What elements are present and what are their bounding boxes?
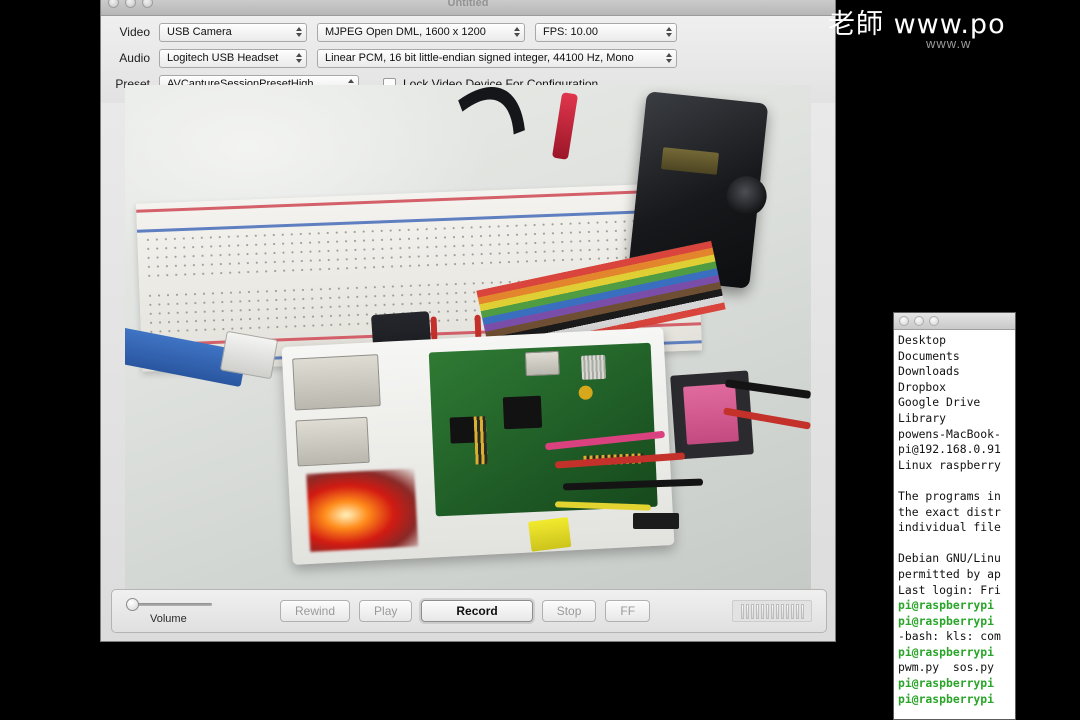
meter-segment [750,603,754,619]
window-title: Untitled [447,0,489,9]
audio-format-select[interactable]: Linear PCM, 16 bit little-endian signed … [317,48,677,68]
video-capture-window: Untitled Video USB Camera MJPEG Open DML… [100,0,836,642]
terminal-titlebar[interactable] [894,313,1015,330]
meter-segment [740,603,744,619]
terminal-prompt-line: pi@raspberrypi [898,676,1001,691]
chevron-updown-icon [296,27,302,37]
play-button[interactable]: Play [359,600,413,622]
video-fps-value: FPS: 10.00 [543,26,599,38]
terminal-output-line: Dropbox [898,379,947,394]
terminal-output-line: Linux raspberry [898,457,1001,472]
terminal-prompt-line: pi@raspberrypi [898,613,1001,628]
terminal-window[interactable]: Desktop Documents Downloads Dropbox Google D… [893,312,1016,720]
volume-slider-track[interactable] [132,603,212,606]
servo-horn [724,174,769,219]
terminal-output-line: Last login: Fri [898,582,1001,597]
terminal-output-line: -bash: kls: com [898,629,1001,644]
video-fps-select[interactable]: FPS: 10.00 [535,22,677,42]
yellow-capacitor-object [528,517,572,552]
audio-format-value: Linear PCM, 16 bit little-endian signed … [325,52,634,64]
servo-label [660,147,719,175]
terminal-prompt-line: pi@raspberrypi [898,691,1001,706]
watermark-sub-text: www.w [926,36,972,51]
video-label: Video [119,25,150,39]
meter-segment [755,603,759,619]
raspberry-pi-board-object [428,342,658,517]
meter-segment [775,603,779,619]
audio-device-value: Logitech USB Headset [167,52,279,64]
terminal-output-line: individual file [898,520,1001,535]
video-format-select[interactable]: MJPEG Open DML, 1600 x 1200 [317,22,525,42]
terminal-prompt-line: pi@raspberrypi [898,598,1001,613]
stop-button[interactable]: Stop [541,600,597,622]
terminal-output-line: Documents [898,348,960,363]
terminal-output-line: Debian GNU/Linu [898,551,1001,566]
meter-segment [745,603,749,619]
terminal-output-line: Library [898,410,947,425]
rewind-button[interactable]: Rewind [280,600,351,622]
video-preview[interactable] [125,85,811,595]
chevron-updown-icon [666,27,672,37]
zoom-icon[interactable] [929,316,939,326]
transport-buttons: Rewind Play Record Stop FF [280,600,651,622]
volume-slider-knob[interactable] [126,598,139,611]
window-titlebar[interactable]: Untitled [101,0,835,16]
meter-segment [780,603,784,619]
transport-bar: Volume Rewind Play Record Stop FF [111,589,827,633]
terminal-output-line: Downloads [898,364,960,379]
video-settings-row: Video USB Camera MJPEG Open DML, 1600 x … [111,21,825,43]
meter-segment [770,603,774,619]
meter-segment [785,603,789,619]
terminal-output-line: powens-MacBook- [898,426,1001,441]
volume-control-group: Volume [120,591,270,631]
terminal-output-line: pwm.py sos.py [898,660,995,675]
watermark: 老師 www.po www.w [828,0,1080,62]
camera-scene [125,85,811,595]
record-button[interactable]: Record [421,600,533,622]
meter-segment [800,603,804,619]
watermark-main-text: 老師 www.po [828,9,1006,40]
meter-segment [765,603,769,619]
meter-segment [760,603,764,619]
audio-device-select[interactable]: Logitech USB Headset [159,48,307,68]
meter-segment [795,603,799,619]
terminal-output-line: Desktop [898,333,947,347]
terminal-output-line: pi@192.168.0.91 [898,442,1001,457]
audio-label: Audio [119,51,150,65]
meter-segment [790,603,794,619]
ff-button[interactable]: FF [605,600,651,622]
chevron-updown-icon [296,53,302,63]
alligator-clip-object [551,92,579,160]
terminal-output-line: The programs in [898,488,1001,503]
volume-label: Volume [150,613,187,625]
terminal-output-line: permitted by ap [898,566,1001,581]
close-icon[interactable] [899,316,909,326]
terminal-output-line: the exact distr [898,504,1001,519]
audio-level-meter [732,600,812,622]
chevron-updown-icon [514,27,520,37]
power-led-glow [306,468,419,552]
terminal-prompt-line: pi@raspberrypi [898,644,1001,659]
audio-settings-row: Audio Logitech USB Headset Linear PCM, 1… [111,47,825,69]
chevron-updown-icon [666,53,672,63]
terminal-output[interactable]: Desktop Documents Downloads Dropbox Google D… [894,330,1015,707]
minimize-icon[interactable] [914,316,924,326]
video-device-select[interactable]: USB Camera [159,22,307,42]
video-device-value: USB Camera [167,26,232,38]
raspberry-pi-case-object [281,327,675,565]
video-format-value: MJPEG Open DML, 1600 x 1200 [325,26,486,38]
terminal-output-line: Google Drive [898,395,981,410]
